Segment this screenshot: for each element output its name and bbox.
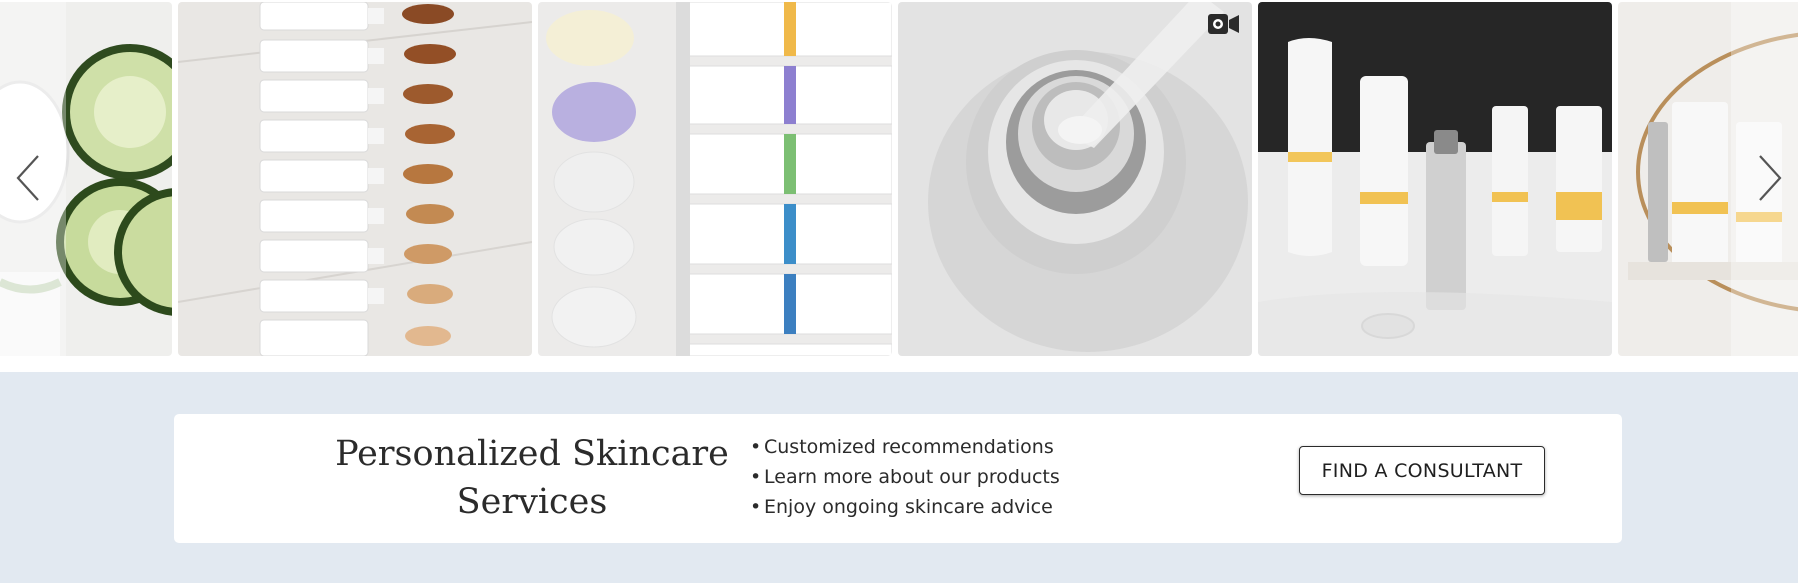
benefit-text: Enjoy ongoing skincare advice [764,496,1053,518]
promo-title: Personalized Skincare Services [335,434,729,522]
bullet: • [750,496,762,518]
benefit-text: Customized recommendations [764,436,1054,458]
consultant-promo-card: Personalized Skincare Services • Customiz… [174,414,1622,543]
carousel-tile-product-lineup[interactable] [1258,2,1612,356]
dropper-bottle-image [898,2,1252,356]
carousel-prev-button[interactable] [10,154,46,202]
consultant-promo-band: Personalized Skincare Services • Customiz… [0,372,1798,583]
carousel-tile-foundation-swatches[interactable] [178,2,532,356]
carousel-tile-cleanser-tubes[interactable] [538,2,892,356]
find-consultant-button[interactable]: FIND A CONSULTANT [1299,446,1545,495]
benefit-item: • Customized recommendations [750,432,1060,462]
bullet: • [750,436,762,458]
carousel-next-button[interactable] [1752,154,1788,202]
cleanser-tubes-image [538,2,892,356]
bullet: • [750,466,762,488]
foundation-swatches-image [178,2,532,356]
product-image-carousel [0,0,1798,372]
benefit-text: Learn more about our products [764,466,1060,488]
carousel-tile-dropper-video[interactable] [898,2,1252,356]
gallery-corner-badge [1572,16,1588,32]
benefit-item: • Enjoy ongoing skincare advice [750,492,1060,522]
chevron-right-icon [1759,155,1782,201]
benefits-list: • Customized recommendations • Learn more … [750,432,1060,522]
benefit-item: • Learn more about our products [750,462,1060,492]
chevron-left-icon [16,155,39,201]
video-camera-icon [1208,12,1240,36]
product-lineup-image [1258,2,1612,356]
